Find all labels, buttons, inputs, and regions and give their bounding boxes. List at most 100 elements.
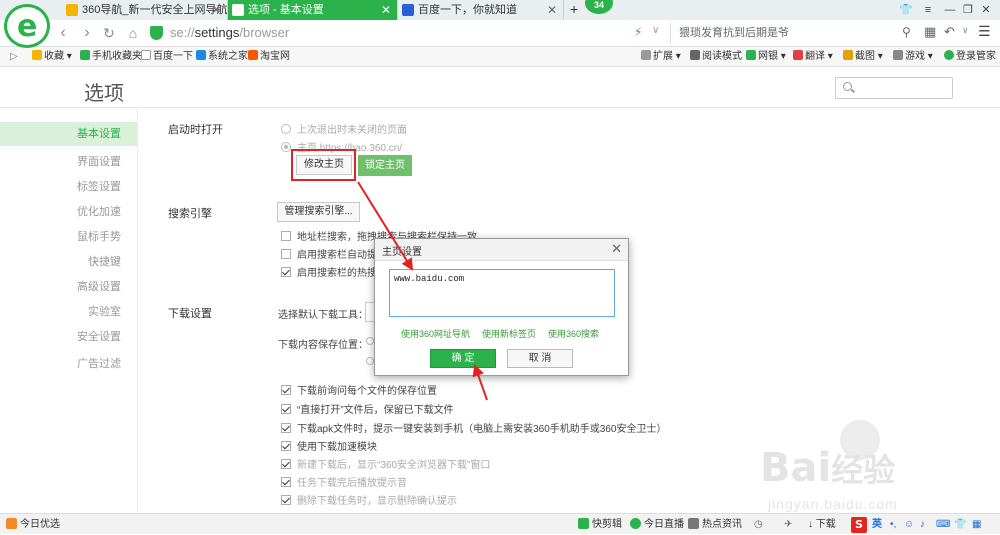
cancel-button[interactable]: 取 消 — [507, 349, 573, 368]
speed-icon[interactable]: ◷ — [754, 514, 763, 535]
undo-icon[interactable]: ↶ — [944, 24, 955, 40]
checkbox-checked[interactable] — [281, 423, 291, 433]
checkbox-checked[interactable] — [281, 441, 291, 451]
restore-icon[interactable]: ❐ — [958, 2, 978, 18]
sidebar-toggle-icon[interactable]: ▷ — [10, 47, 18, 67]
pin-icon[interactable]: ✈ — [784, 514, 792, 535]
download-option-keep[interactable]: “直接打开”文件后，保留已下载文件 — [281, 401, 454, 416]
toolbar-translate[interactable]: 翻译 ▾ — [793, 47, 833, 67]
nav-tabs[interactable]: 标签设置 — [1, 178, 121, 194]
menu-icon[interactable]: ≡ — [918, 2, 938, 18]
checkbox-checked[interactable] — [281, 385, 291, 395]
status-quick-cut[interactable]: 快剪辑 — [578, 514, 622, 535]
address-bar[interactable]: se://settings/browser — [150, 23, 625, 44]
menu-icon[interactable]: ☰ — [978, 23, 991, 40]
toolbox-icon[interactable]: ▦ — [972, 514, 981, 535]
today-picks[interactable]: 今日优选 — [6, 514, 60, 535]
status-download[interactable]: ↓ 下载 — [808, 514, 836, 535]
home-icon[interactable]: ⌂ — [124, 24, 142, 42]
microphone-icon[interactable]: ♪ — [920, 514, 925, 535]
checkbox-checked[interactable] — [281, 459, 291, 469]
close-icon[interactable]: ✕ — [611, 241, 622, 257]
emoji-icon[interactable]: ☺ — [904, 514, 914, 535]
360-browser-logo[interactable]: e — [4, 4, 50, 48]
toolbar-bank[interactable]: 网银 ▾ — [746, 47, 786, 67]
manage-search-engines-button[interactable]: 管理搜索引擎... — [277, 202, 360, 222]
nav-adblock[interactable]: 广告过滤 — [1, 355, 121, 371]
toolbar-login[interactable]: 登录管家 — [944, 47, 996, 67]
checkbox-checked[interactable] — [281, 495, 291, 505]
use-new-tab-link[interactable]: 使用新标签页 — [482, 327, 536, 340]
download-option-sound[interactable]: 任务下载完后播放提示音 — [281, 474, 407, 489]
status-live[interactable]: 今日直播 — [630, 514, 684, 535]
toolbar-reader[interactable]: 阅读模式 — [690, 47, 742, 67]
nav-advanced[interactable]: 高级设置 — [1, 278, 121, 294]
punctuation-icon[interactable]: •, — [890, 514, 896, 535]
radio[interactable] — [366, 357, 374, 365]
nav-interface[interactable]: 界面设置 — [1, 153, 121, 169]
status-hot-news[interactable]: 热点资讯 — [688, 514, 742, 535]
ime-mode[interactable]: 英 — [872, 514, 882, 535]
download-option-apk[interactable]: 下载apk文件时，提示一键安装到手机（电脑上需安装360手机助手或360安全卫士… — [281, 420, 667, 435]
startup-option-last-session[interactable]: 上次退出时未关闭的页面 — [281, 121, 407, 136]
checkbox[interactable] — [281, 249, 291, 259]
settings-search-input[interactable] — [835, 77, 953, 99]
use-360-nav-link[interactable]: 使用360网址导航 — [401, 327, 470, 340]
toolbar-extensions[interactable]: 扩展 ▾ — [641, 47, 681, 67]
search-icon[interactable]: ⚲ — [902, 25, 911, 39]
radio-selected[interactable] — [281, 142, 291, 152]
download-option-ask[interactable]: 下载前询问每个文件的保存位置 — [281, 382, 437, 397]
shirt-icon[interactable]: 👕 — [896, 2, 916, 18]
homepage-url-input[interactable]: www.baidu.com — [389, 269, 615, 317]
close-icon[interactable]: ✕ — [381, 0, 391, 20]
bookmark-favorites[interactable]: 收藏 ▾ — [32, 47, 72, 67]
close-icon[interactable]: ✕ — [547, 0, 557, 20]
back-icon[interactable]: ‹ — [54, 24, 72, 42]
forward-icon[interactable]: › — [78, 24, 96, 42]
radio[interactable] — [281, 124, 291, 134]
grid-icon[interactable]: ▦ — [924, 24, 936, 40]
toolbar-games[interactable]: 游戏 ▾ — [893, 47, 933, 67]
tab-360-nav[interactable]: 360导航_新一代安全上网导航 ✕ — [62, 0, 228, 20]
refresh-icon[interactable]: ↻ — [100, 24, 118, 42]
checkbox[interactable] — [281, 231, 291, 241]
new-tab-button[interactable]: + — [570, 1, 578, 17]
close-icon[interactable]: ✕ — [211, 0, 221, 20]
checkbox-checked[interactable] — [281, 477, 291, 487]
chevron-down-icon[interactable]: ∨ — [962, 25, 969, 36]
bookmark-xitong[interactable]: 系统之家 — [196, 47, 248, 67]
nav-shortcuts[interactable]: 快捷键 — [1, 253, 121, 269]
tab-settings[interactable]: 选项 - 基本设置 ✕ — [228, 0, 398, 20]
notification-badge[interactable]: 34 — [585, 0, 613, 14]
bookmark-baidu[interactable]: 百度一下 — [141, 47, 193, 67]
bookmark-mobile[interactable]: 手机收藏夹 — [80, 47, 142, 67]
search-news-box[interactable]: 猥琐发育抗到后期是爷 — [670, 23, 890, 44]
nav-gestures[interactable]: 鼠标手势 — [1, 228, 121, 244]
keyboard-icon[interactable]: ⌨ — [936, 514, 950, 535]
skin-icon[interactable]: 👕 — [954, 514, 966, 535]
use-360-search-link[interactable]: 使用360搜索 — [548, 327, 599, 340]
toolbar-screenshot[interactable]: 截图 ▾ — [843, 47, 883, 67]
sogou-ime-icon[interactable]: S — [851, 517, 867, 533]
lightning-icon[interactable]: ⚡ — [634, 25, 642, 39]
checkbox-checked[interactable] — [281, 404, 291, 414]
search-option-hot[interactable]: 启用搜索栏的热搜 — [281, 264, 377, 279]
download-option-accelerate[interactable]: 使用下载加速模块 — [281, 438, 377, 453]
minimize-icon[interactable]: — — [940, 2, 960, 18]
search-option-autosuggest[interactable]: 启用搜索栏自动提 — [281, 246, 377, 261]
phone-icon — [80, 50, 90, 60]
nav-basic[interactable]: 基本设置 — [0, 122, 137, 146]
download-option-show-window[interactable]: 新建下载后，显示“360安全浏览器下载”窗口 — [281, 456, 490, 471]
close-window-icon[interactable]: ✕ — [976, 2, 996, 18]
checkbox-checked[interactable] — [281, 267, 291, 277]
download-option-confirm-delete[interactable]: 删除下载任务时，显示删除确认提示 — [281, 492, 457, 507]
bookmark-taobao[interactable]: 淘宝网 — [248, 47, 290, 67]
nav-optimize[interactable]: 优化加速 — [1, 203, 121, 219]
ok-button[interactable]: 确 定 — [430, 349, 496, 368]
nav-security[interactable]: 安全设置 — [1, 328, 121, 344]
radio[interactable] — [366, 337, 374, 345]
lock-homepage-button[interactable]: 锁定主页 — [358, 155, 412, 176]
tab-baidu[interactable]: 百度一下，你就知道 ✕ — [398, 0, 564, 20]
chevron-down-icon[interactable]: ∨ — [652, 25, 659, 36]
nav-lab[interactable]: 实验室 — [1, 303, 121, 319]
